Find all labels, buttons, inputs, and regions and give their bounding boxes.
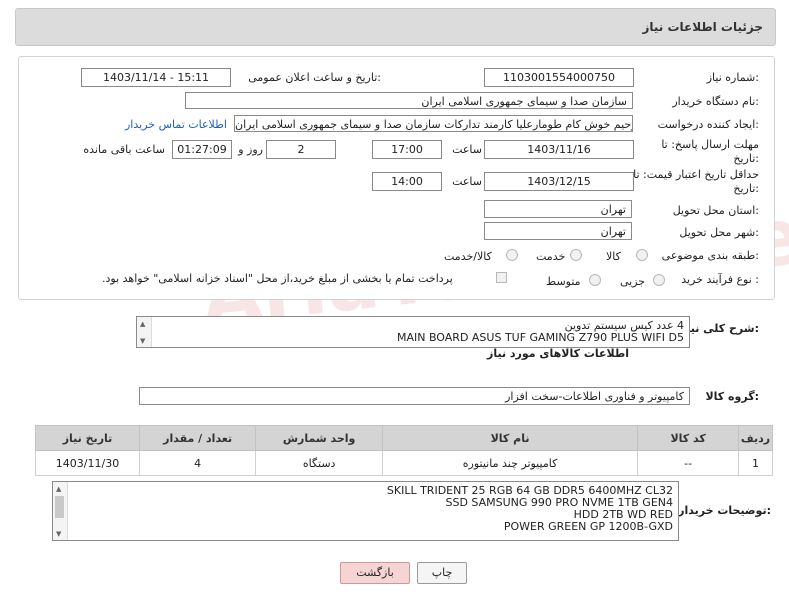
cell-name: کامپیوتر چند مانیتوره (381, 450, 639, 476)
goods-group-field: کامپیوتر و فناوری اطلاعات-سخت افزار (139, 387, 690, 405)
table-header-row: ردیف کد کالا نام کالا واحد شمارش تعداد /… (34, 425, 773, 451)
buyer-notes-label: توضیحات خریدار: (678, 504, 771, 517)
buyer-org-field: سازمان صدا و سیمای جمهوری اسلامی ایران (185, 92, 633, 109)
scroll-down-icon[interactable]: ▼ (56, 530, 61, 538)
city-field: تهران (484, 222, 632, 240)
process-radio-minor[interactable] (653, 274, 665, 286)
summary-label: شرح کلی نیاز: (680, 322, 759, 335)
payment-note: پرداخت تمام یا بخشی از مبلغ خرید،از محل … (102, 272, 453, 285)
buyer-org-label: نام دستگاه خریدار: (672, 95, 759, 108)
remaining-time-field: 01:27:09 (172, 140, 232, 159)
items-table: ردیف کد کالا نام کالا واحد شمارش تعداد /… (34, 425, 773, 476)
cell-row: 1 (738, 450, 773, 476)
reply-time-field: 17:00 (372, 140, 442, 159)
creator-field: رحیم خوش کام طومارعلیا کارمند تدارکات سا… (234, 115, 633, 132)
col-qty-header: تعداد / مقدار (139, 425, 257, 451)
scroll-down-icon[interactable]: ▼ (140, 337, 145, 345)
reply-date-field: 1403/11/16 (484, 140, 634, 159)
table-row: 1 -- کامپیوتر چند مانیتوره دستگاه 4 1403… (34, 450, 773, 476)
category-option-service: خدمت (536, 250, 566, 263)
cell-unit: دستگاه (255, 450, 383, 476)
category-option-goods-service: کالا/خدمت (444, 250, 492, 263)
need-number-field: 1103001554000750 (484, 68, 634, 87)
scroll-thumb[interactable] (55, 496, 64, 518)
scroll-up-icon[interactable]: ▲ (140, 320, 145, 328)
buyer-notes-textarea[interactable]: ▲ ▼ SKILL TRIDENT 25 RGB 64 GB DDR5 6400… (52, 481, 679, 541)
summary-line-2: MAIN BOARD ASUS TUF GAMING Z790 PLUS WIF… (396, 331, 684, 344)
buyer-notes-scrollbar[interactable]: ▲ ▼ (53, 482, 68, 540)
cell-code: -- (637, 450, 740, 476)
days-label: روز و (238, 143, 263, 156)
summary-scrollbar[interactable]: ▲ ▼ (137, 317, 152, 347)
page-header: جزئیات اطلاعات نیاز (15, 8, 776, 46)
cell-qty: 4 (139, 450, 257, 476)
col-code-header: کد کالا (637, 425, 740, 451)
scroll-up-icon[interactable]: ▲ (56, 485, 61, 493)
price-date-field: 1403/12/15 (484, 172, 634, 191)
back-button[interactable]: بازگشت (340, 562, 410, 584)
remaining-label: ساعت باقی مانده (83, 143, 165, 156)
reply-deadline-label: مهلت ارسال پاسخ: تا تاریخ: (661, 138, 759, 165)
reply-hour-label: ساعت (452, 143, 482, 156)
price-hour-label: ساعت (452, 175, 482, 188)
summary-textarea[interactable]: ▲ ▼ 4 عدد کیس سیستم تدوین MAIN BOARD ASU… (136, 316, 690, 348)
col-date-header: تاریخ نیاز (34, 425, 141, 451)
category-option-goods: کالا (606, 250, 621, 263)
category-radio-goods-service[interactable] (506, 249, 518, 261)
days-count-field: 2 (266, 140, 336, 159)
page-title: جزئیات اطلاعات نیاز (642, 20, 763, 34)
process-option-medium: متوسط (546, 275, 581, 288)
treasury-checkbox[interactable] (496, 272, 507, 283)
process-radio-medium[interactable] (589, 274, 601, 286)
city-label: شهر محل تحویل: (679, 226, 759, 239)
province-label: استان محل تحویل: (672, 204, 759, 217)
buyer-notes-line-4: POWER GREEN GP 1200B-GXD (503, 520, 673, 533)
category-radio-goods[interactable] (636, 249, 648, 261)
cell-date: 1403/11/30 (34, 450, 141, 476)
col-row-header: ردیف (738, 425, 773, 451)
goods-group-label: گروه کالا: (705, 390, 759, 403)
col-unit-header: واحد شمارش (255, 425, 383, 451)
process-label: نوع فرآیند خرید : (681, 273, 759, 286)
price-time-field: 14:00 (372, 172, 442, 191)
col-name-header: نام کالا (381, 425, 639, 451)
price-validity-label: حداقل تاریخ اعتبار قیمت: تا تاریخ: (633, 168, 759, 195)
process-option-minor: جزیی (620, 275, 646, 288)
category-radio-service[interactable] (570, 249, 582, 261)
province-field: تهران (484, 200, 632, 218)
print-button[interactable]: چاپ (417, 562, 467, 584)
announce-field: 1403/11/14 - 15:11 (81, 68, 231, 87)
announce-label: تاریخ و ساعت اعلان عمومی: (248, 71, 381, 84)
creator-label: ایجاد کننده درخواست: (657, 118, 759, 131)
category-label: طبقه بندی موضوعی: (661, 249, 759, 262)
buyer-contact-link[interactable]: اطلاعات تماس خریدار (125, 118, 227, 131)
goods-info-title: اطلاعات کالاهای مورد نیاز (487, 347, 629, 360)
need-number-label: شماره نیاز: (706, 71, 759, 84)
